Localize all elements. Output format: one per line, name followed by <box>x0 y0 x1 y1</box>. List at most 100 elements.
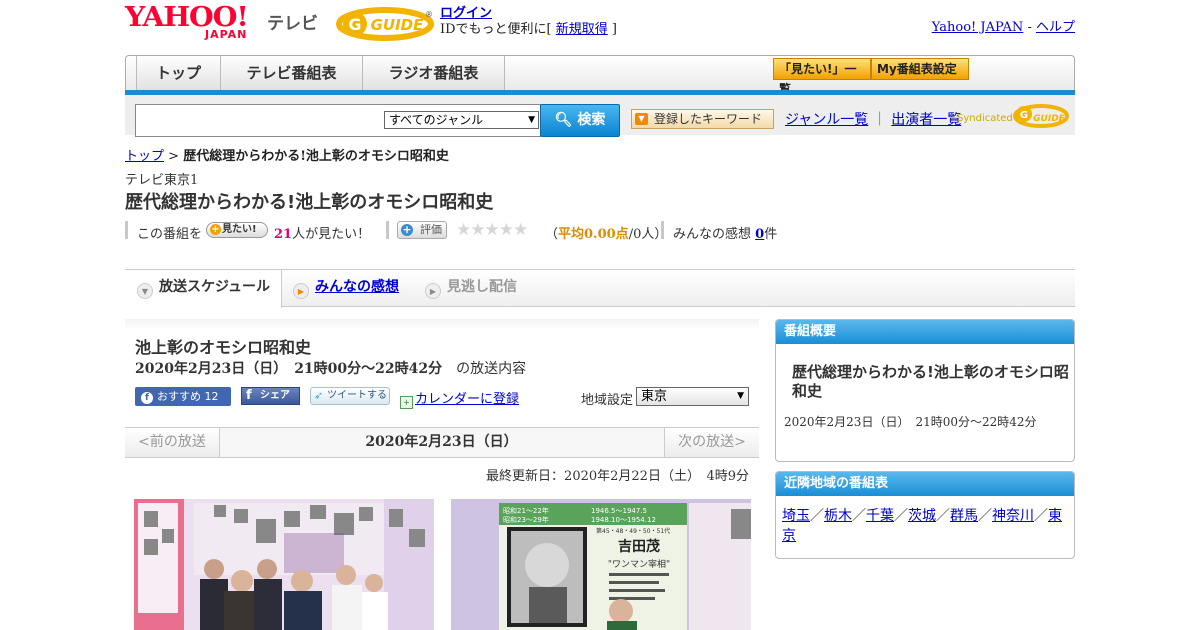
search-icon: 🔍︎ <box>554 112 573 128</box>
saved-keywords-label: 登録したキーワード <box>654 112 763 126</box>
breadcrumb-separator: > <box>164 149 184 164</box>
gguide-small-logo: G GUIDE <box>1013 104 1069 128</box>
facebook-share-label: シェア <box>260 390 290 401</box>
link-separator: ｜ <box>872 112 887 128</box>
region-link-tochigi[interactable]: 栃木 <box>824 508 852 524</box>
svg-text:GUIDE: GUIDE <box>1033 114 1066 124</box>
region-select-value: 東京 <box>641 389 668 404</box>
last-updated: 最終更新日：2020年2月22日（土） 4時9分 <box>486 469 749 484</box>
years-bottom-text: 1948.10～1954.12 <box>591 516 656 524</box>
region-separator: ／ <box>978 508 992 524</box>
rate-button-label: 評価 <box>420 223 442 236</box>
next-broadcast-link[interactable]: 次の放送> <box>664 428 759 457</box>
help-link[interactable]: ヘルプ <box>1036 20 1075 35</box>
breadcrumb-home[interactable]: トップ <box>125 149 164 164</box>
tv-logo-text: テレビ <box>267 14 318 34</box>
nav-tab-top[interactable]: トップ <box>136 56 221 90</box>
era-top-text: 昭和21～22年 <box>503 506 549 515</box>
broadcast-time-suffix: の放送内容 <box>442 361 527 377</box>
tab-impressions[interactable]: ▶ みんなの感想 <box>293 270 411 307</box>
broadcast-date-nav: <前の放送 2020年2月23日（日） 次の放送> <box>125 427 759 458</box>
gguide-logo[interactable]: G GUIDE <box>335 6 435 42</box>
dropdown-arrow-icon: ▼ <box>737 391 744 401</box>
stats-divider <box>661 221 664 239</box>
reviews-label: みんなの感想 <box>673 227 756 242</box>
rate-button[interactable]: + 評価 <box>397 221 447 239</box>
want-count: 21 <box>274 227 293 242</box>
genre-list-link[interactable]: ジャンル一覧 <box>785 112 868 128</box>
chevron-down-icon: ▼ <box>137 283 153 299</box>
broadcast-date: 2020年2月23日（日） <box>365 434 518 450</box>
tab-schedule-label: 放送スケジュール <box>159 279 271 295</box>
tab-vod-label: 見逃し配信 <box>447 279 517 295</box>
prime-minister-nickname: "ワンマン宰相" <box>608 558 670 570</box>
nearby-regions-list: 埼玉／栃木／千葉／茨城／群馬／神奈川／東京 <box>782 506 1067 546</box>
my-listing-settings-button[interactable]: My番組表設定 <box>871 58 969 80</box>
login-link[interactable]: ログイン <box>440 6 492 21</box>
yahoo-japan-link[interactable]: Yahoo! JAPAN <box>932 20 1024 35</box>
login-box: ログイン IDでもっと便利に[ 新規取得 ] <box>440 6 617 38</box>
page: YAHOO! JAPAN テレビ G GUIDE ® ログイン IDでもっと便利… <box>125 0 1075 630</box>
facebook-recommend-button[interactable]: f おすすめ 12 <box>135 387 231 406</box>
yahoo-logo-japan: JAPAN <box>205 28 248 41</box>
region-separator: ／ <box>1034 508 1048 524</box>
want-to-watch-button[interactable]: + 見たい! <box>206 222 268 238</box>
header-links: Yahoo! JAPAN - ヘルプ <box>932 16 1075 35</box>
login-note: IDでもっと便利に[ <box>440 22 556 37</box>
syndicated-gguide-logo: Syndicated G GUIDE <box>957 103 1069 129</box>
program-tabs: ▼ 放送スケジュール ▶ みんなの感想 ▶ 見逃し配信 <box>125 269 1075 308</box>
calendar-icon: + <box>400 396 413 409</box>
login-note-end: ] <box>607 22 617 37</box>
search-bar: すべてのジャンル ▼ 🔍︎ 検索 ▼ 登録したキーワード ジャンル一覧 ｜ 出演… <box>125 95 1075 137</box>
reviews-suffix: 件 <box>764 227 778 242</box>
region-link-saitama[interactable]: 埼玉 <box>782 508 810 524</box>
previous-broadcast-link[interactable]: <前の放送 <box>125 428 220 457</box>
region-link-chiba[interactable]: 千葉 <box>866 508 894 524</box>
search-button[interactable]: 🔍︎ 検索 <box>540 104 620 137</box>
tab-vod: ▶ 見逃し配信 <box>425 270 545 307</box>
broadcast-title: 池上彰のオモシロ昭和史 <box>135 338 312 357</box>
register-link[interactable]: 新規取得 <box>556 22 608 37</box>
genre-select[interactable]: すべてのジャンル ▼ <box>384 111 539 129</box>
tweet-label: ツイートする <box>327 390 387 401</box>
channel-name: テレビ東京1 <box>125 173 199 188</box>
region-select[interactable]: 東京 ▼ <box>636 387 749 406</box>
svg-text:G: G <box>348 15 361 34</box>
nav-tab-tv-listings[interactable]: テレビ番組表 <box>221 56 363 90</box>
star-rating: ★★★★★ <box>456 220 528 240</box>
program-photo-studio <box>134 499 434 630</box>
saved-keywords-button[interactable]: ▼ 登録したキーワード <box>631 109 774 129</box>
performer-list-link[interactable]: 出演者一覧 <box>891 112 961 128</box>
region-link-kanagawa[interactable]: 神奈川 <box>992 508 1034 524</box>
broadcast-time: 2020年2月23日（日） 21時00分～22時42分 の放送内容 <box>135 358 526 378</box>
facebook-share-button[interactable]: f シェア <box>241 387 300 405</box>
play-icon: ▶ <box>293 283 309 299</box>
syndicated-text: Syndicated <box>957 113 1013 124</box>
program-stats: この番組を + 見たい! 21人が見たい！ + 評価 ★★★★★ （平均0.00… <box>125 220 1075 242</box>
studio-scene-image <box>134 499 434 630</box>
plus-icon: + <box>210 224 221 235</box>
reviews-count-link[interactable]: 0 <box>755 227 764 242</box>
want-suffix: 人が見たい！ <box>292 227 371 242</box>
broadcast-info: 池上彰のオモシロ昭和史 2020年2月23日（日） 21時00分～22時42分 … <box>125 319 759 413</box>
region-link-ibaraki[interactable]: 茨城 <box>908 508 936 524</box>
region-separator: ／ <box>894 508 908 524</box>
tweet-button[interactable]: ➶ ツイートする <box>310 387 390 405</box>
facebook-icon: f <box>141 392 153 404</box>
breadcrumb: トップ > 歴代総理からわかる!池上彰のオモシロ昭和史 <box>125 145 449 164</box>
region-link-gunma[interactable]: 群馬 <box>950 508 978 524</box>
header-link-separator: - <box>1023 20 1036 35</box>
program-photo-yoshida: 昭和21～22年 昭和23～29年 1946.5～1947.5 1948.10～… <box>451 499 751 630</box>
stats-divider <box>125 221 128 239</box>
add-to-calendar-link[interactable]: + カレンダーに登録 <box>400 388 519 409</box>
wishlist-button[interactable]: 「見たい!」一覧 <box>773 58 871 96</box>
program-summary-heading: 番組概要 <box>776 320 1074 344</box>
global-nav: トップ テレビ番組表 ラジオ番組表 「見たい!」一覧 My番組表設定 <box>125 55 1075 96</box>
stats-divider <box>386 221 389 239</box>
program-summary-title: 歴代総理からわかる!池上彰のオモシロ昭和史 <box>792 363 1069 400</box>
plus-icon: + <box>401 223 413 236</box>
breadcrumb-current: 歴代総理からわかる!池上彰のオモシロ昭和史 <box>183 149 449 164</box>
tab-schedule[interactable]: ▼ 放送スケジュール <box>125 270 282 308</box>
registered-mark: ® <box>425 10 433 19</box>
nav-tab-radio-listings[interactable]: ラジオ番組表 <box>363 56 505 90</box>
